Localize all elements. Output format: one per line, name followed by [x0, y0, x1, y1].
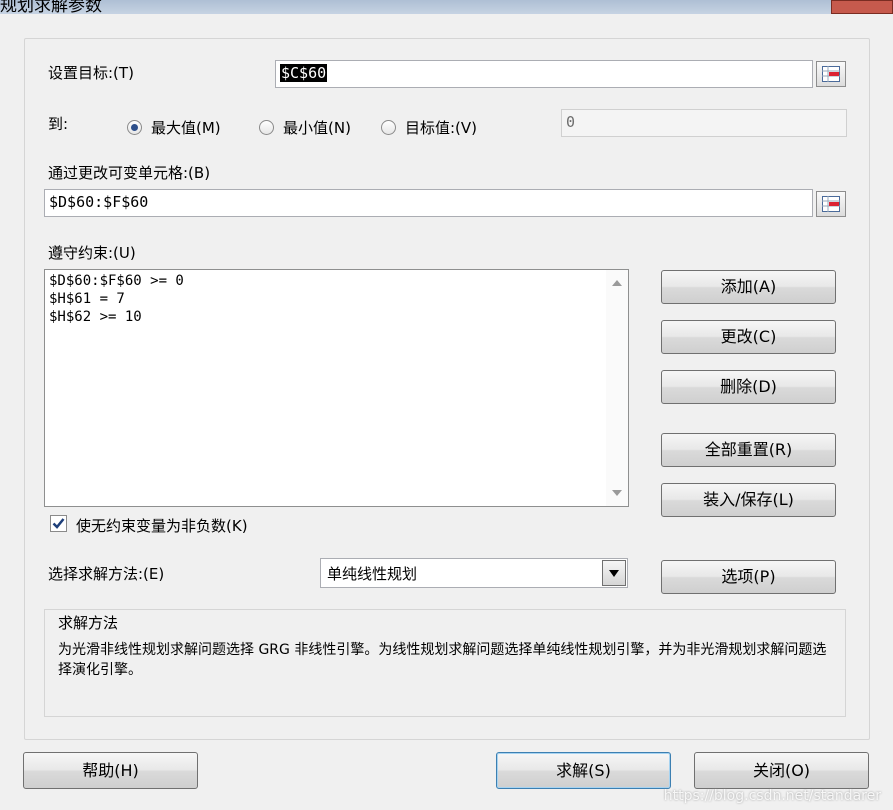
scroll-down-icon[interactable] [612, 490, 622, 496]
constraints-listbox[interactable]: $D$60:$F$60 >= 0 $H$61 = 7 $H$62 >= 10 [44, 269, 629, 507]
constraint-item[interactable]: $H$61 = 7 [49, 290, 184, 308]
changing-cells-range-select-button[interactable] [816, 191, 846, 217]
changing-cells-label: 通过更改可变单元格:(B) [48, 164, 211, 182]
close-button[interactable]: 关闭(O) [694, 752, 869, 789]
changing-cells-field[interactable]: $D$60:$F$60 [44, 189, 813, 217]
to-label: 到: [48, 115, 69, 133]
constraints-scrollbar[interactable] [606, 270, 628, 506]
checkmark-icon [52, 518, 65, 529]
load-save-button[interactable]: 装入/保存(L) [661, 483, 836, 517]
window-title: 规划求解参数 [0, 0, 102, 14]
range-select-icon [822, 66, 840, 82]
options-button[interactable]: 选项(P) [661, 560, 836, 594]
method-label: 选择求解方法:(E) [48, 565, 165, 583]
objective-label: 设置目标:(T) [48, 64, 134, 82]
help-button[interactable]: 帮助(H) [23, 752, 198, 789]
radio-max-indicator[interactable] [127, 120, 142, 135]
method-description: 为光滑非线性规划求解问题选择 GRG 非线性引擎。为线性规划求解问题选择单纯线性… [58, 642, 827, 678]
method-dropdown[interactable]: 单纯线性规划 [320, 558, 628, 588]
objective-range-select-button[interactable] [816, 61, 846, 87]
solve-button[interactable]: 求解(S) [496, 752, 671, 789]
scroll-up-icon[interactable] [612, 280, 622, 286]
radio-target-label: 目标值:(V) [405, 119, 478, 137]
radio-min-indicator[interactable] [259, 120, 274, 135]
change-button[interactable]: 更改(C) [661, 320, 836, 354]
nonneg-label: 使无约束变量为非负数(K) [76, 517, 248, 535]
constraint-item[interactable]: $D$60:$F$60 >= 0 [49, 272, 184, 290]
constraints-list: $D$60:$F$60 >= 0 $H$61 = 7 $H$62 >= 10 [49, 272, 184, 326]
nonneg-checkbox[interactable] [50, 515, 67, 532]
dropdown-button[interactable] [602, 560, 626, 586]
range-select-icon [822, 196, 840, 212]
reset-all-button[interactable]: 全部重置(R) [661, 433, 836, 467]
delete-button[interactable]: 删除(D) [661, 370, 836, 404]
method-selected: 单纯线性规划 [327, 565, 418, 583]
method-group-title: 求解方法 [58, 614, 119, 632]
chevron-down-icon [609, 570, 619, 577]
objective-value: $C$60 [280, 64, 328, 82]
radio-min[interactable]: 最小值(N) [259, 117, 351, 138]
add-button[interactable]: 添加(A) [661, 270, 836, 304]
constraint-item[interactable]: $H$62 >= 10 [49, 308, 184, 326]
close-window-button[interactable] [831, 0, 893, 14]
radio-max[interactable]: 最大值(M) [127, 117, 221, 138]
radio-max-label: 最大值(M) [151, 119, 221, 137]
title-bar: 规划求解参数 [0, 0, 893, 14]
radio-target-value[interactable]: 目标值:(V) [381, 117, 477, 138]
watermark: https://blog.csdn.net/standarer [663, 788, 881, 804]
radio-min-label: 最小值(N) [283, 119, 351, 137]
target-value-field[interactable]: 0 [561, 109, 847, 137]
constraints-label: 遵守约束:(U) [48, 244, 136, 262]
radio-target-indicator[interactable] [381, 120, 396, 135]
objective-field[interactable]: $C$60 [275, 60, 813, 88]
